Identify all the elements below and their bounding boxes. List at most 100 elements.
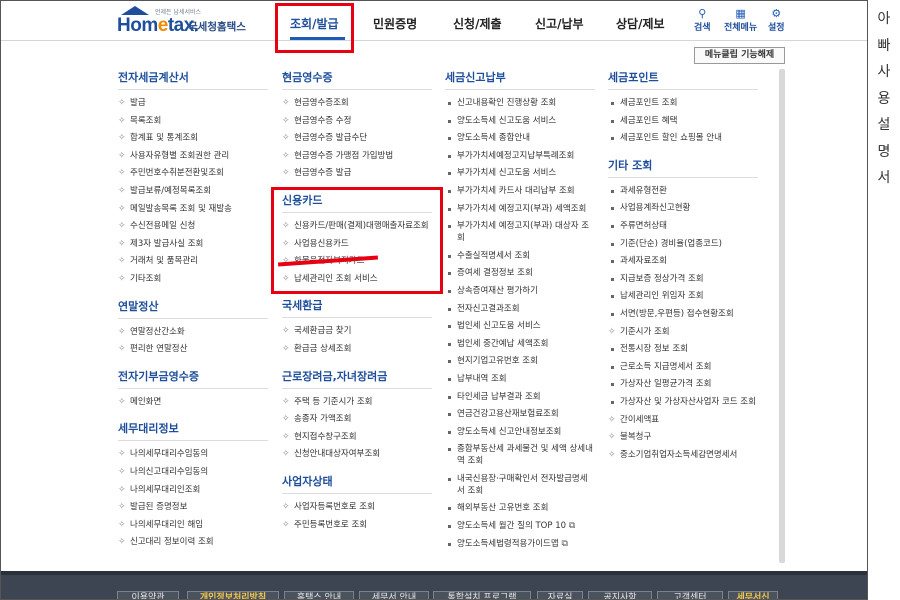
menu-item[interactable]: 부가가치세 예정고지(부과) 세액조회 [445,203,593,215]
bullet-dot-icon [611,400,614,404]
menu-item[interactable]: ✧ 기타조회 [118,273,278,285]
menu-item[interactable]: 양도소득세 신고도움 서비스 [445,115,595,127]
menu-item[interactable]: 사업용계좌신고현황 [608,202,768,214]
bullet-dot-icon [448,325,451,329]
menu-item[interactable]: ✧ 편리한 연말정산 [118,343,278,355]
menu-item[interactable]: ✧ 주민번호수취분전환및조회 [118,167,278,179]
menu-item[interactable]: 부가가치세 신고도움 서비스 [445,167,595,179]
menu-item[interactable]: 서면(방문,우편등) 접수현황조회 [608,308,768,320]
footer-link[interactable]: 세무서신 [728,591,778,599]
footer-link[interactable]: 공지사항 [588,591,652,599]
nav-apply-submit[interactable]: 신청/제출 [453,15,502,32]
menu-item[interactable]: ✧ 나의세무대리수임동의 [118,448,278,460]
section-divider [282,492,432,494]
menu-item[interactable]: ✧ 목록조회 [118,115,278,127]
footer-link[interactable]: 세무서 안내 [359,591,429,599]
menu-item[interactable]: ✧ 현지접수창구조회 [282,431,442,443]
menu-item[interactable]: ✧ 주민등록번호로 조회 [282,519,442,531]
footer-link[interactable]: 홈택스 안내 [284,591,354,599]
menu-item[interactable]: ✧ 신고대리 정보이력 조회 [118,536,278,548]
menu-item[interactable]: ✧ 현금영수증 가맹점 가입방법 [282,150,442,162]
menu-item[interactable]: 기준(단순) 경비율(업종코드) [608,238,768,250]
menu-item[interactable]: ✧ 메일발송목록 조회 및 재발송 [118,203,278,215]
menu-item[interactable]: ✧ 나의신고대리수임동의 [118,466,278,478]
menu-item[interactable]: 법인세 중간예납 세액조회 [445,338,595,350]
menu-item[interactable]: 전통시장 정보 조회 [608,343,768,355]
menu-item[interactable]: ✧ 발급된 증명정보 [118,501,278,513]
menu-item[interactable]: 주류면허상태 [608,220,768,232]
menu-item[interactable]: ✧ 수신전용메일 신청 [118,220,278,232]
menu-item[interactable]: 과세자료조회 [608,255,768,267]
menu-item[interactable]: ✧ 사업자등록번호로 조회 [282,501,442,513]
menu-item[interactable]: 종합부동산세 과세물건 및 세액 상세내역 조회 [445,443,593,467]
menu-item[interactable]: ✧ 불복청구 [608,431,768,443]
menu-item[interactable]: ✧ 나의세무대리인조회 [118,484,278,496]
menu-item[interactable]: 타인세금 납부결과 조회 [445,391,595,403]
footer-link[interactable]: 개인정보처리방침 [187,591,279,599]
hometax-logo[interactable]: 언제든 납세서비스 Hometax. 국세청홈택스 [117,6,277,37]
menu-item[interactable]: ✧ 신청안내대상자여부조회 [282,448,442,460]
menu-item[interactable]: 전자신고결과조회 [445,303,595,315]
menu-item[interactable]: 연금건강고용산재보험료조회 [445,408,595,420]
menu-item[interactable]: ✧ 사용자유형별 조회권한 관리 [118,150,278,162]
menu-item[interactable]: 증여세 결정정보 조회 [445,267,595,279]
nav-report-pay[interactable]: 신고/납부 [535,15,584,32]
menu-item[interactable]: 납부내역 조회 [445,373,595,385]
footer-link[interactable]: 이용약관 [117,591,179,599]
menu-item[interactable]: ✧ 현금영수증 발급수단 [282,132,442,144]
menu-item[interactable]: ✧ 발급 [118,97,278,109]
menu-item[interactable]: 가상자산 및 가상자산사업자 코드 조회 [608,396,756,408]
menu-item[interactable]: ✧ 메인화면 [118,396,278,408]
menu-item[interactable]: 부가가치세 예정고지(부과) 대상자 조회 [445,220,593,244]
menu-item[interactable]: 세금포인트 혜택 [608,115,768,127]
menu-item[interactable]: 과세유형전환 [608,185,768,197]
menu-item[interactable]: 부가가치세예정고지납부특례조회 [445,150,595,162]
menu-item[interactable]: 양도소득세 신고안내정보조회 [445,426,595,438]
footer-link[interactable]: 자료실 [537,591,583,599]
nav-civil-certificate[interactable]: 민원증명 [373,15,417,32]
menu-item[interactable]: ✧ 연말정산간소화 [118,326,278,338]
menu-item[interactable]: ✧ 주택 등 기준시가 조회 [282,396,442,408]
menu-item[interactable]: 양도소득세 종합안내 [445,132,595,144]
menu-item[interactable]: 내국신용장·구매확인서 전자발급명세서 조회 [445,473,593,497]
menu-item[interactable]: 부가가치세 카드사 대리납부 조회 [445,185,595,197]
menu-item-label: 법인세 신고도움 서비스 [457,321,541,332]
menu-item[interactable]: 지급보증 정상가격 조회 [608,273,768,285]
menu-item[interactable]: 양도소득세 월간 질의 TOP 10 ⧉ [445,520,595,532]
menu-item[interactable]: 법인세 신고도움 서비스 [445,320,595,332]
menu-item[interactable]: 가상자산 일평균가격 조회 [608,378,768,390]
menu-item[interactable]: 납세관리인 위임자 조회 [608,290,768,302]
menu-item[interactable]: 근로소득 지급명세서 조회 [608,361,768,373]
menu-clip-toggle-button[interactable]: 메뉴클립 기능해제 [694,47,785,64]
footer-link[interactable]: 고객센터 [657,591,723,599]
menu-item[interactable]: 세금포인트 할인 쇼핑몰 안내 [608,132,768,144]
search-button[interactable]: ⚲ 검색 [694,8,711,34]
menu-item[interactable]: 양도소득세법령적용가이드맵 ⧉ [445,538,595,550]
menu-item[interactable]: ✧ 송종자 가액조회 [282,413,442,425]
menu-item[interactable]: 해외부동산 고유번호 조회 [445,502,595,514]
menu-item[interactable]: ✧ 거래처 및 품목관리 [118,255,278,267]
menu-item[interactable]: 신고내용확인 진행상황 조회 [445,97,595,109]
nav-consult-report[interactable]: 상담/제보 [616,15,665,32]
menu-item[interactable]: ✧ 중소기업취업자소득세감면명세서 [608,449,768,461]
section-title: 전자기부금영수증 [118,369,199,383]
footer-link[interactable]: 통합설치 프로그램 [433,591,531,599]
menu-item[interactable]: ✧ 발급보류/예정목록조회 [118,185,278,197]
settings-button[interactable]: ⚙ 설정 [768,8,785,34]
menu-item[interactable]: ✧ 합계표 및 통계조회 [118,132,278,144]
menu-item[interactable]: 세금포인트 조회 [608,97,768,109]
menu-item[interactable]: ✧ 간이세액표 [608,414,768,426]
menu-item[interactable]: 현지기업고유번호 조회 [445,355,595,367]
menu-item[interactable]: ✧ 현금영수증 발급 [282,167,442,179]
menu-item[interactable]: ✧ 나의세무대리인 해임 [118,519,278,531]
menu-item[interactable]: ✧ 국세환급금 찾기 [282,325,442,337]
all-menu-button[interactable]: ▦ 전체메뉴 [724,8,757,34]
menu-item[interactable]: ✧ 현금영수증 수정 [282,115,442,127]
menu-item[interactable]: ✧ 제3자 발급사실 조회 [118,238,278,250]
menu-item[interactable]: ✧ 현금영수증조회 [282,97,442,109]
menu-item[interactable]: ✧ 환급금 상세조회 [282,343,442,355]
menu-item[interactable]: 상속증여재산 평가하기 [445,285,595,297]
menu-scrollbar[interactable] [779,69,785,563]
menu-item[interactable]: ✧ 기준시가 조회 [608,326,768,338]
menu-item[interactable]: 수출실적명세서 조회 [445,250,595,262]
